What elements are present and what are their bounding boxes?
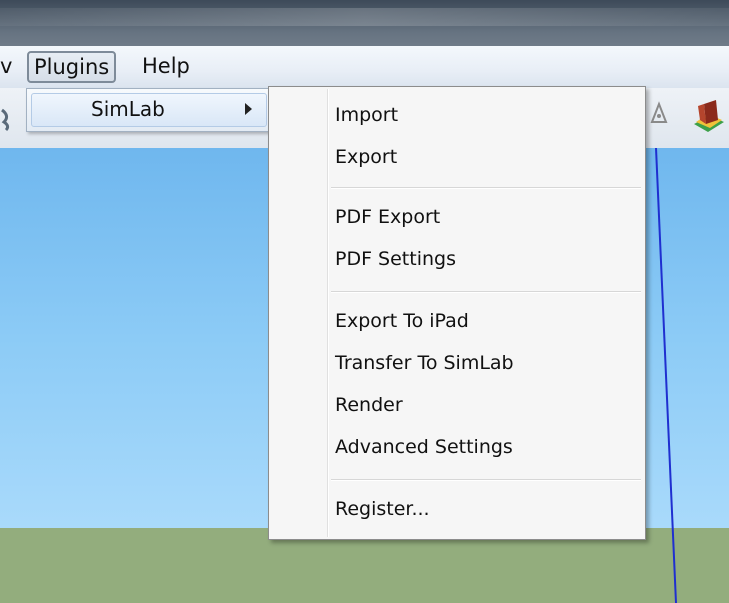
menu-separator [331, 187, 641, 189]
menu-item-plugins[interactable]: Plugins [27, 51, 117, 83]
menu-bar: v Plugins Help [0, 46, 729, 89]
menu-item-pdf-settings[interactable]: PDF Settings [335, 239, 456, 279]
walk-tool-icon[interactable] [0, 106, 16, 132]
menu-item-help[interactable]: Help [136, 51, 196, 81]
menu-item-transfer-to-simlab[interactable]: Transfer To SimLab [335, 343, 514, 383]
menu-item-register[interactable]: Register... [335, 489, 430, 529]
menu-item-export-to-ipad[interactable]: Export To iPad [335, 301, 469, 341]
house-icon[interactable] [690, 98, 726, 134]
window-title-bar [0, 0, 729, 46]
menu-item-render[interactable]: Render [335, 385, 403, 425]
plugins-menu: SimLab [26, 88, 272, 132]
menu-separator [331, 479, 641, 481]
menu-separator [331, 291, 641, 293]
menu-gutter-highlight [328, 89, 329, 537]
submenu-arrow-icon [245, 103, 252, 115]
menu-item-simlab[interactable]: SimLab [91, 97, 165, 121]
menu-item-import[interactable]: Import [335, 95, 398, 135]
menu-item-export[interactable]: Export [335, 137, 397, 177]
blue-axis-line [655, 148, 677, 603]
menu-item-view[interactable]: v [0, 51, 18, 81]
menu-item-pdf-export[interactable]: PDF Export [335, 197, 440, 237]
orbit-tool-icon[interactable] [646, 100, 672, 126]
menu-item-advanced-settings[interactable]: Advanced Settings [335, 427, 513, 467]
simlab-submenu: Import Export PDF Export PDF Settings Ex… [268, 86, 646, 540]
